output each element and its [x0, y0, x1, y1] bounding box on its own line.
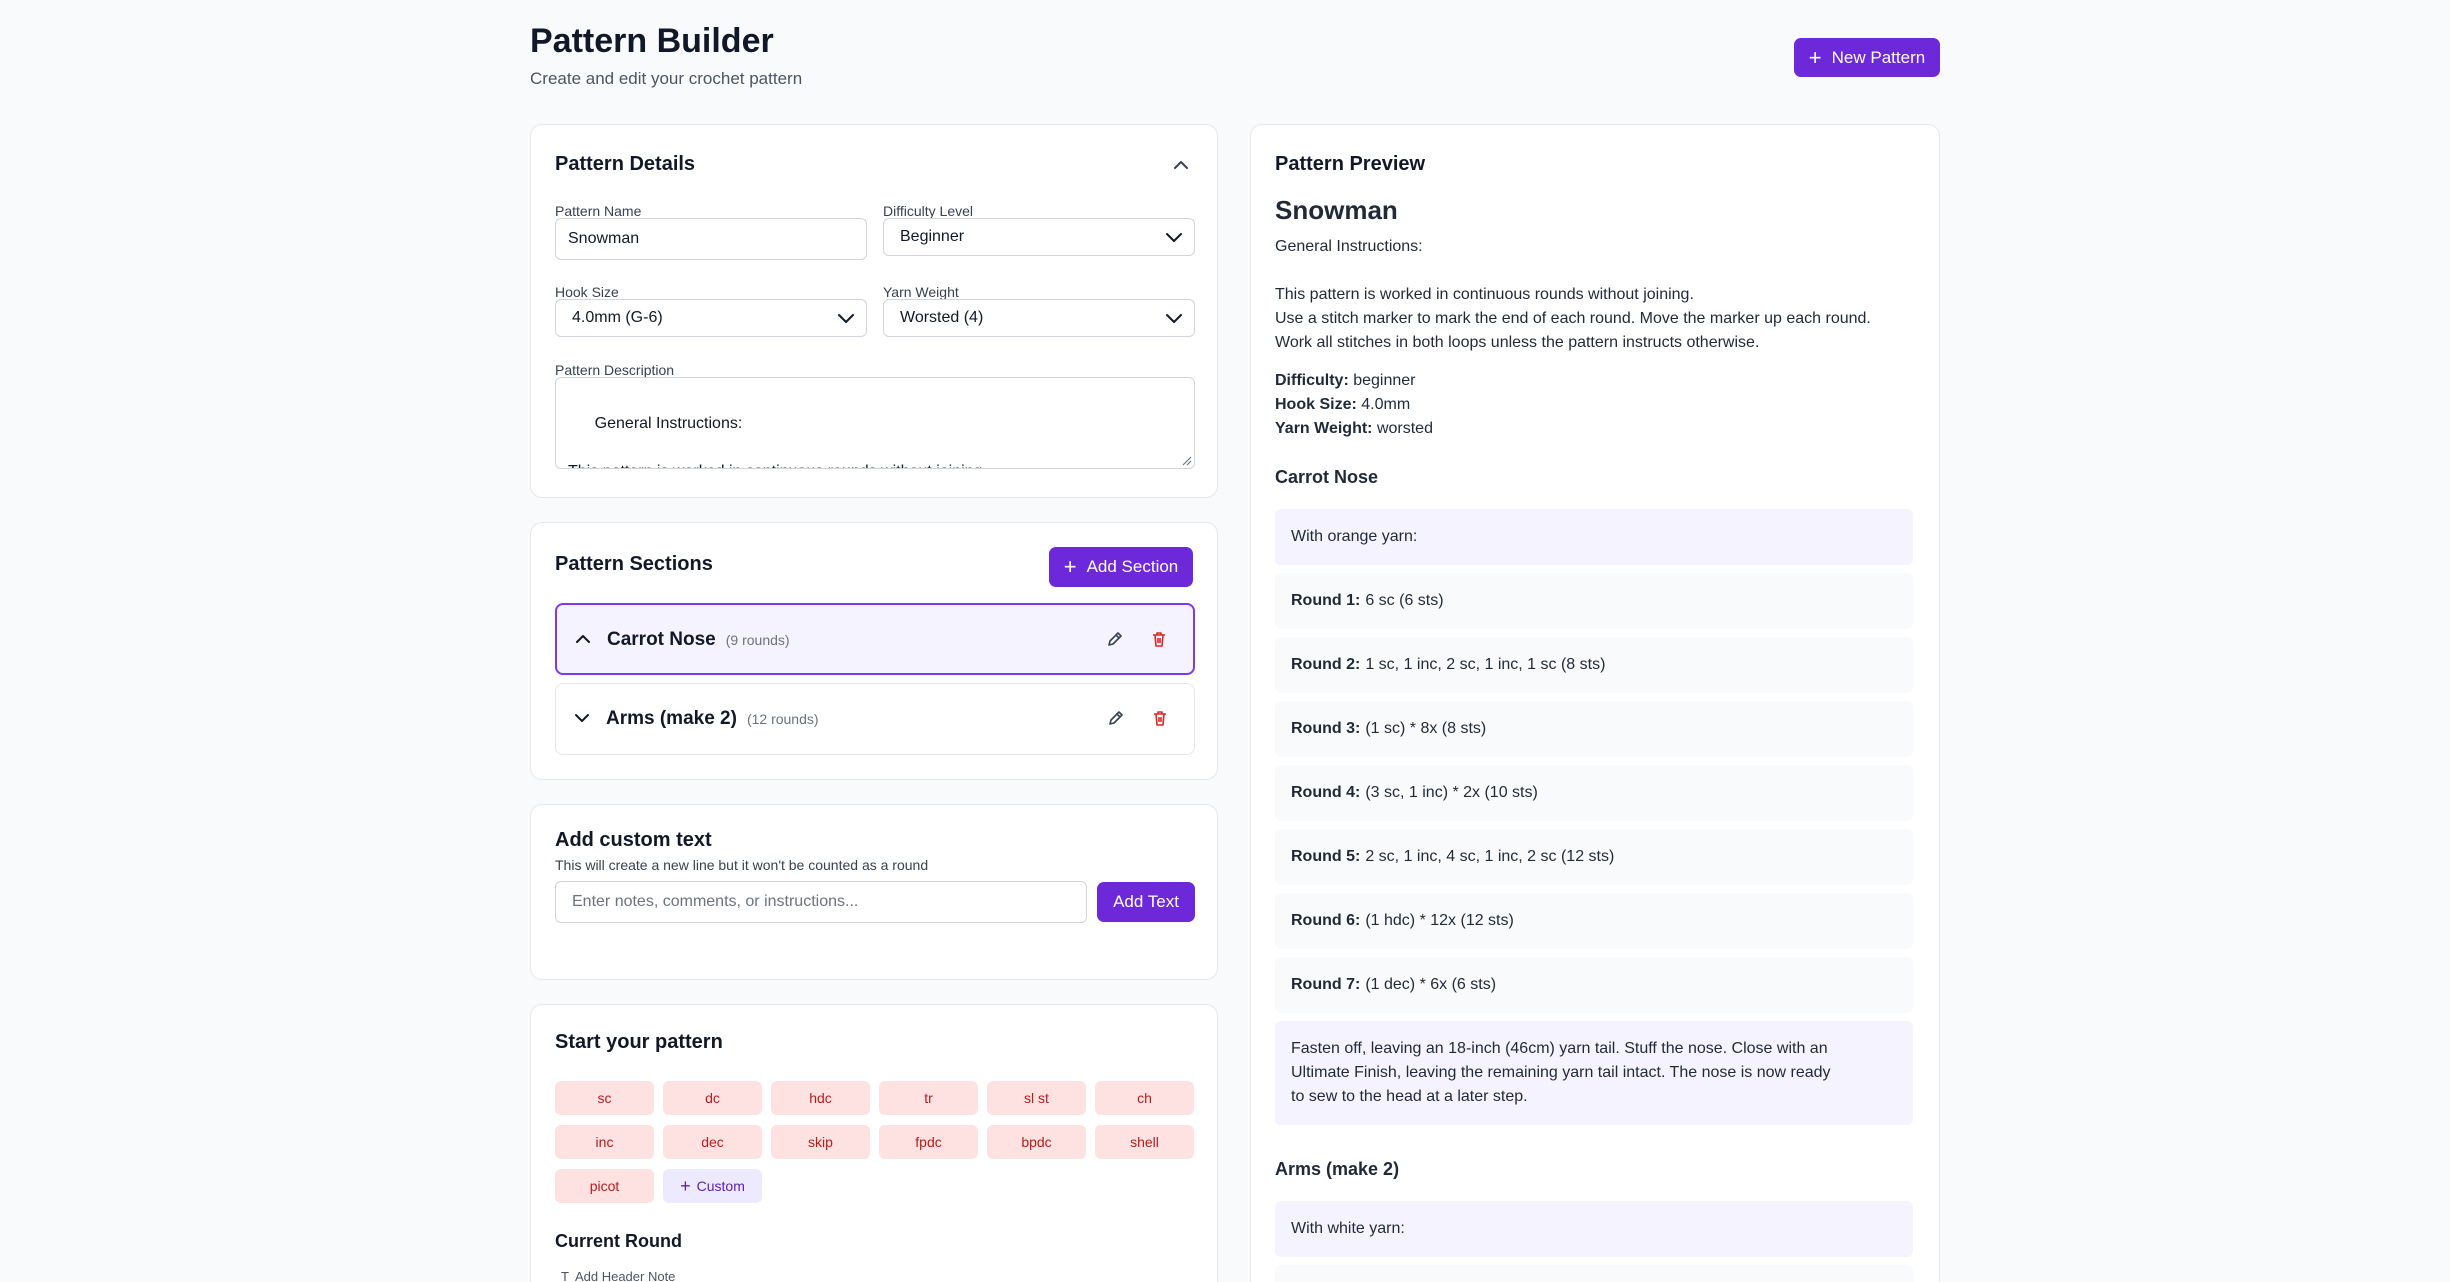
custom-text-subtitle: This will create a new line but it won't…	[555, 857, 929, 873]
stitch-button-tr[interactable]: tr	[879, 1081, 978, 1115]
stitch-button-shell[interactable]: shell	[1095, 1125, 1194, 1159]
preview-note-line: With orange yarn:	[1275, 509, 1913, 565]
resize-handle-icon[interactable]	[1180, 454, 1192, 466]
stitch-button-ch[interactable]: ch	[1095, 1081, 1194, 1115]
pattern-preview-title: Pattern Preview	[1275, 153, 1426, 175]
add-header-note-label: Add Header Note	[574, 1269, 676, 1282]
yarn-weight-label: Yarn Weight	[883, 284, 959, 300]
pattern-details-title: Pattern Details	[555, 153, 696, 175]
plus-icon: +	[680, 1176, 691, 1196]
preview-section-title: Carrot Nose	[1275, 467, 1379, 487]
text-icon: T	[561, 1269, 569, 1282]
section-round-count: (12 rounds)	[746, 711, 819, 727]
difficulty-text: beginner	[1353, 372, 1416, 389]
new-pattern-label: New Pattern	[1831, 47, 1926, 67]
section-item-arms[interactable]: Arms (make 2) (12 rounds)	[555, 683, 1195, 755]
chevron-down-icon	[838, 314, 854, 323]
stitch-button-hdc[interactable]: hdc	[771, 1081, 870, 1115]
start-pattern-card: Start your pattern sc dc hdc tr sl st ch…	[530, 1004, 1218, 1282]
preview-round-line: Round 4: (3 sc, 1 inc) * 2x (10 sts)	[1275, 765, 1913, 821]
preview-round-line: Round 7: (1 dec) * 6x (6 sts)	[1275, 957, 1913, 1013]
stitch-button-bpdc[interactable]: bpdc	[987, 1125, 1086, 1159]
description-textarea[interactable]: General Instructions: This pattern is wo…	[555, 377, 1195, 469]
yarn-weight-value: Worsted (4)	[900, 309, 984, 326]
custom-text-card: Add custom text This will create a new l…	[530, 804, 1218, 980]
stitch-button-picot[interactable]: picot	[555, 1169, 654, 1203]
custom-stitch-label: Custom	[696, 1178, 745, 1194]
pattern-sections-card: Pattern Sections + Add Section Carrot No…	[530, 522, 1218, 780]
pattern-preview-card: Pattern Preview Snowman General Instruct…	[1250, 124, 1940, 1282]
difficulty-value: Beginner	[900, 228, 965, 245]
pattern-details-card: Pattern Details Pattern Name Snowman Dif…	[530, 124, 1218, 498]
chevron-down-icon[interactable]	[572, 708, 592, 728]
yarn-weight-select[interactable]: Worsted (4)	[883, 299, 1195, 337]
preview-description: General Instructions: This pattern is wo…	[1275, 238, 1871, 351]
add-section-button[interactable]: + Add Section	[1049, 547, 1193, 587]
difficulty-select[interactable]: Beginner	[883, 218, 1195, 256]
stitch-button-dec[interactable]: dec	[663, 1125, 762, 1159]
stitch-button-skip[interactable]: skip	[771, 1125, 870, 1159]
pattern-sections-title: Pattern Sections	[555, 553, 713, 575]
pencil-icon[interactable]	[1105, 629, 1125, 649]
add-text-button[interactable]: Add Text	[1097, 882, 1195, 922]
preview-meta: Difficulty: beginner Hook Size: 4.0mm Ya…	[1275, 369, 1433, 441]
preview-round-line: Round 5: 2 sc, 1 inc, 4 sc, 1 inc, 2 sc (…	[1275, 829, 1913, 885]
stitch-button-fpdc[interactable]: fpdc	[879, 1125, 978, 1159]
hook-size-key: Hook Size:	[1275, 396, 1357, 413]
preview-round-line: Round 1: 6 sc (6 sts)	[1275, 573, 1913, 629]
hook-size-select[interactable]: 4.0mm (G-6)	[555, 299, 867, 337]
start-pattern-title: Start your pattern	[555, 1031, 723, 1053]
page-title: Pattern Builder	[530, 22, 774, 60]
yarn-weight-key: Yarn Weight:	[1275, 420, 1373, 437]
trash-icon[interactable]	[1149, 629, 1169, 649]
preview-pattern-name: Snowman	[1275, 195, 1398, 225]
pencil-icon[interactable]	[1106, 708, 1126, 728]
preview-round-line: Round 3: (1 sc) * 8x (8 sts)	[1275, 701, 1913, 757]
preview-round-line: Round 6: (1 hdc) * 12x (12 sts)	[1275, 893, 1913, 949]
stitch-button-dc[interactable]: dc	[663, 1081, 762, 1115]
preview-note-line: With white yarn:	[1275, 1201, 1913, 1257]
stitch-button-sc[interactable]: sc	[555, 1081, 654, 1115]
plus-icon: +	[1063, 554, 1077, 579]
add-header-note-button[interactable]: T Add Header Note	[561, 1269, 675, 1282]
page-header: Pattern Builder Create and edit your cro…	[530, 0, 1940, 110]
hook-size-text: 4.0mm	[1361, 396, 1411, 413]
pattern-name-input[interactable]: Snowman	[555, 218, 867, 260]
section-name: Arms (make 2) (12 rounds)	[606, 708, 819, 729]
stitch-button-inc[interactable]: inc	[555, 1125, 654, 1159]
description-text: General Instructions: This pattern is wo…	[568, 415, 987, 468]
current-round-title: Current Round	[555, 1231, 682, 1251]
preview-note-line: Fasten off, leaving an 18-inch (46cm) ya…	[1275, 1021, 1913, 1125]
yarn-weight-text: worsted	[1376, 420, 1433, 437]
pattern-name-label: Pattern Name	[555, 203, 642, 219]
hook-size-label: Hook Size	[555, 284, 619, 300]
hook-size-value: 4.0mm (G-6)	[572, 309, 663, 326]
chevron-up-icon[interactable]	[573, 629, 593, 649]
section-round-count: (9 rounds)	[725, 632, 790, 648]
chevron-up-icon[interactable]	[1171, 155, 1191, 175]
add-section-label: Add Section	[1086, 557, 1179, 576]
preview-round-line	[1275, 1265, 1913, 1282]
chevron-down-icon	[1166, 233, 1182, 242]
section-name: Carrot Nose (9 rounds)	[607, 629, 790, 650]
page-subtitle: Create and edit your crochet pattern	[530, 69, 803, 88]
plus-icon: +	[1808, 44, 1822, 70]
chevron-down-icon	[1166, 314, 1182, 323]
custom-stitch-button[interactable]: + Custom	[663, 1169, 762, 1203]
stitch-button-sl-st[interactable]: sl st	[987, 1081, 1086, 1115]
difficulty-label: Difficulty Level	[883, 203, 974, 219]
new-pattern-button[interactable]: + New Pattern	[1794, 38, 1940, 77]
custom-text-input[interactable]: Enter notes, comments, or instructions..…	[555, 881, 1087, 923]
section-item-carrot-nose[interactable]: Carrot Nose (9 rounds)	[555, 603, 1195, 675]
difficulty-key: Difficulty:	[1275, 372, 1349, 389]
description-label: Pattern Description	[555, 362, 675, 378]
trash-icon[interactable]	[1150, 708, 1170, 728]
custom-text-title: Add custom text	[555, 829, 712, 851]
preview-round-line: Round 2: 1 sc, 1 inc, 2 sc, 1 inc, 1 sc (…	[1275, 637, 1913, 693]
preview-section-title: Arms (make 2)	[1275, 1159, 1400, 1179]
